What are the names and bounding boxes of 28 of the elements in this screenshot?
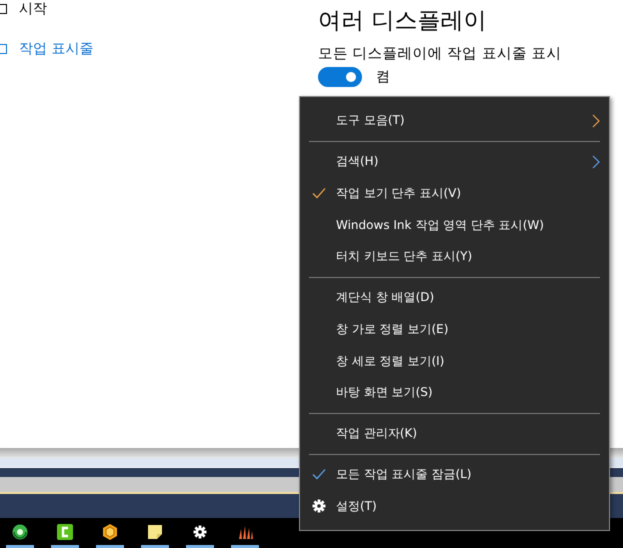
- nav-icon: [0, 4, 7, 14]
- nav-icon: [0, 44, 7, 54]
- menu-item[interactable]: Windows Ink 작업 영역 단추 표시(W): [300, 209, 609, 241]
- menu-item[interactable]: 모든 작업 표시줄 잠금(L): [300, 458, 609, 490]
- settings-icon: [312, 499, 326, 514]
- menu-item[interactable]: 설정(T): [300, 490, 609, 522]
- menu-item[interactable]: 검색(H): [300, 146, 609, 178]
- menu-item[interactable]: 터치 키보드 단추 표시(Y): [300, 241, 609, 273]
- setting-label: 모든 디스플레이에 작업 표시줄 표시: [318, 45, 562, 64]
- menu-item[interactable]: 계단식 창 배열(D): [300, 282, 609, 314]
- c-app-icon: [56, 522, 74, 540]
- toggle-switch[interactable]: [318, 67, 362, 87]
- menu-item[interactable]: 바탕 화면 보기(S): [300, 377, 609, 409]
- menu-item[interactable]: 도구 모음(T): [300, 105, 609, 137]
- nav-item[interactable]: 작업 표시줄: [19, 40, 94, 58]
- menu-item[interactable]: 창 가로 정렬 보기(E): [300, 314, 609, 346]
- menu-item[interactable]: 작업 보기 단추 표시(V): [300, 178, 609, 210]
- gear-icon: [191, 522, 209, 540]
- chevron-icon: [592, 154, 600, 169]
- section-title: 여러 디스플레이: [318, 7, 488, 36]
- sticky-note-icon: [146, 522, 164, 540]
- menu-item[interactable]: 창 세로 정렬 보기(I): [300, 345, 609, 377]
- nav-item[interactable]: 시작: [19, 0, 47, 18]
- toggle-label: 켬: [376, 68, 390, 86]
- menu-item[interactable]: 작업 관리자(K): [300, 418, 609, 450]
- globe-icon: [11, 522, 29, 540]
- chevron-icon: [592, 114, 600, 128]
- box-icon: [101, 522, 119, 540]
